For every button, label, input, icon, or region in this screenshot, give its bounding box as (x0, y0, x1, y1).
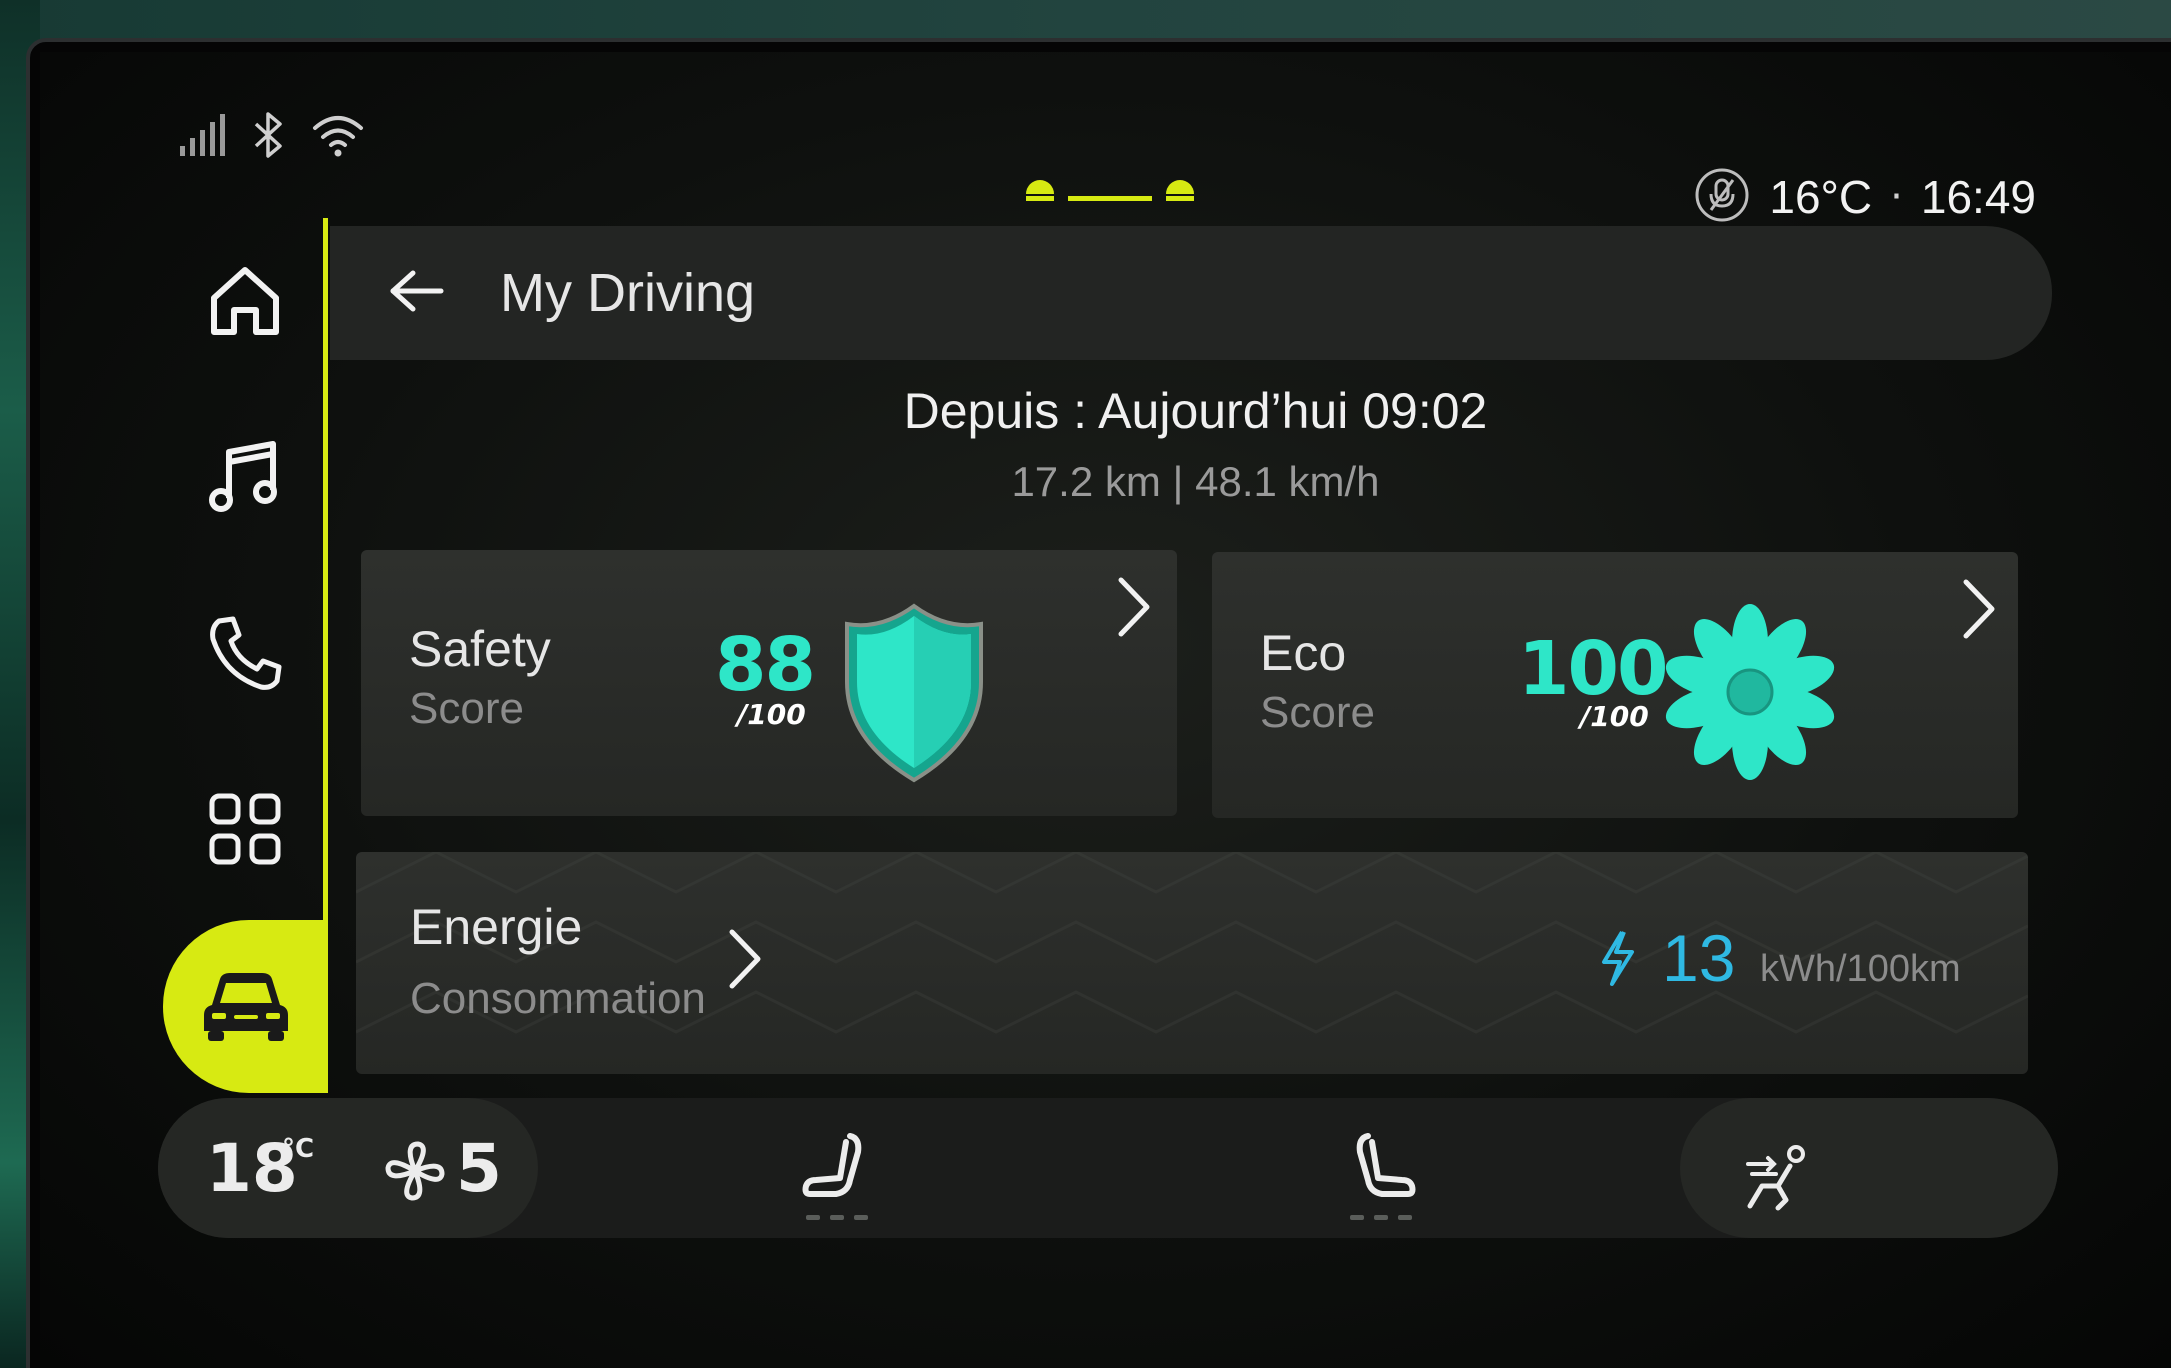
mic-off-icon[interactable] (1693, 166, 1751, 228)
status-bar-right: 16°C · 16:49 (1693, 166, 2036, 228)
airflow-control[interactable] (1680, 1098, 2058, 1238)
sidebar-item-phone[interactable] (200, 610, 290, 700)
sidebar-item-car[interactable] (163, 920, 328, 1093)
chevron-right-icon (720, 924, 770, 994)
lightning-icon (1596, 928, 1638, 992)
home-icon (206, 262, 284, 344)
eco-card-sub: Score (1260, 688, 1375, 737)
clock: 16:49 (1920, 171, 2036, 223)
airflow-person-icon (1742, 1142, 1812, 1216)
car-icon (198, 965, 294, 1049)
safety-score-value: 88 (715, 622, 816, 708)
shield-icon (839, 600, 989, 790)
seat-icon (800, 1133, 874, 1206)
passenger-seat-heat-button[interactable] (1344, 1132, 1418, 1206)
wifi-icon (312, 112, 364, 158)
phone-icon (205, 613, 285, 697)
passenger-seat-level (1350, 1215, 1412, 1220)
energy-card-sub: Consommation (410, 974, 706, 1023)
energy-unit: kWh/100km (1760, 948, 1961, 990)
eco-score-max: /100 (1580, 700, 1649, 733)
seat-icon (1344, 1133, 1418, 1206)
chevron-right-icon (1954, 574, 2004, 644)
signal-icon (178, 112, 226, 158)
safety-card-sub: Score (409, 684, 524, 733)
outside-temperature: 16°C (1769, 171, 1873, 223)
trip-summary: 17.2 km | 48.1 km/h (1011, 458, 1380, 505)
fan-icon (384, 1140, 446, 1206)
safety-card-label: Safety (409, 621, 551, 677)
arrow-left-icon (389, 269, 445, 317)
sidebar-item-apps[interactable] (200, 786, 290, 876)
driver-seat-heat-button[interactable] (800, 1132, 874, 1206)
cabin-temperature-unit: °C (282, 1134, 315, 1164)
safety-score-max: /100 (737, 698, 806, 731)
energy-card[interactable]: Energie Consommation 13 kWh/100km (356, 852, 2028, 1074)
bluetooth-icon (252, 110, 286, 160)
status-separator: · (1890, 174, 1903, 220)
eco-card-label: Eco (1260, 625, 1347, 681)
eco-score-card[interactable]: Eco Score 100 /100 (1212, 552, 2018, 818)
energy-card-label: Energie (410, 899, 583, 955)
status-bar-left (178, 110, 364, 160)
apps-grid-icon (207, 791, 283, 871)
page-indicator (1024, 172, 1196, 216)
flower-icon (1660, 602, 1840, 786)
trip-since: Depuis : Aujourd’hui 09:02 (903, 383, 1488, 439)
page-title: My Driving (500, 263, 756, 323)
page-header: My Driving (330, 226, 2052, 360)
sidebar-item-home[interactable] (200, 258, 290, 348)
back-button[interactable] (382, 258, 452, 328)
driver-seat-level (806, 1215, 868, 1220)
safety-score-card[interactable]: Safety Score 88 /100 (361, 550, 1177, 816)
energy-value: 13 (1662, 921, 1736, 995)
fan-level: 5 (456, 1130, 502, 1207)
chevron-right-icon (1109, 572, 1159, 642)
